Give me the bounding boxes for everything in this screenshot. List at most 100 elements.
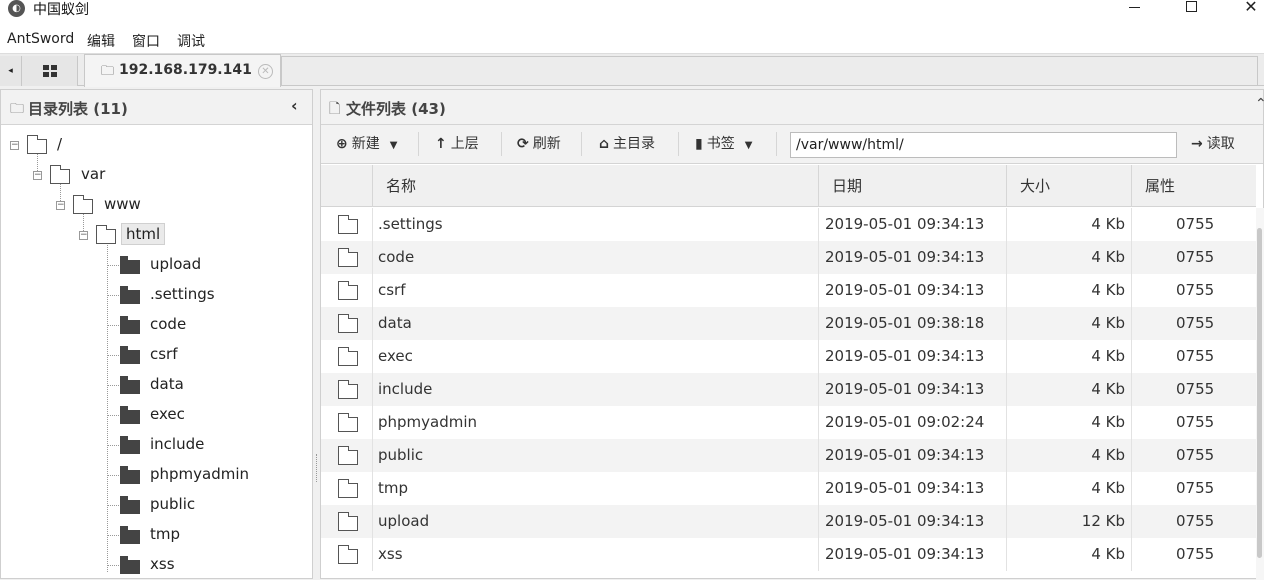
menu-bar: AntSword 编辑 窗口 调试 bbox=[0, 27, 1264, 54]
new-button[interactable]: ⊕ 新建 ▼ bbox=[336, 133, 397, 155]
tree-node-child[interactable]: upload bbox=[1, 252, 261, 278]
file-row[interactable]: xss 2019-05-01 09:34:13 4 Kb 0755 bbox=[321, 538, 1256, 571]
file-row[interactable]: code 2019-05-01 09:34:13 4 Kb 0755 bbox=[321, 241, 1256, 274]
maximize-button[interactable] bbox=[1170, 0, 1216, 22]
tree-node-child[interactable]: xss bbox=[1, 552, 261, 578]
folder-icon bbox=[338, 347, 358, 366]
file-row[interactable]: public 2019-05-01 09:34:13 4 Kb 0755 bbox=[321, 439, 1256, 472]
file-row-icon-cell bbox=[321, 274, 373, 307]
collapse-panel-icon[interactable]: ‹ bbox=[291, 96, 298, 115]
file-attr: 0755 bbox=[1176, 215, 1215, 233]
tree-node-label: include bbox=[150, 435, 205, 453]
file-size: 4 Kb bbox=[1007, 472, 1132, 505]
file-row[interactable]: upload 2019-05-01 09:34:13 12 Kb 0755 bbox=[321, 505, 1256, 538]
file-name: upload bbox=[373, 505, 819, 538]
up-level-button[interactable]: ↑ 上层 bbox=[435, 133, 479, 155]
menu-antsword[interactable]: AntSword bbox=[7, 31, 74, 47]
tree-node-child[interactable]: .settings bbox=[1, 282, 261, 308]
tree-node-html[interactable]: − html bbox=[1, 222, 181, 248]
tree-node-child[interactable]: exec bbox=[1, 402, 261, 428]
folder-icon bbox=[338, 281, 358, 300]
minimize-button[interactable] bbox=[1110, 0, 1156, 22]
tree-node-www[interactable]: − www bbox=[1, 192, 161, 218]
file-size: 4 Kb bbox=[1007, 538, 1132, 571]
tree-node-child[interactable]: tmp bbox=[1, 522, 261, 548]
folder-icon bbox=[120, 346, 140, 364]
collapse-toggle-icon[interactable]: − bbox=[56, 201, 65, 210]
refresh-button[interactable]: ⟳ 刷新 bbox=[517, 133, 561, 155]
folder-icon: 🗀 bbox=[10, 101, 24, 117]
tree-node-child[interactable]: public bbox=[1, 492, 261, 518]
grid-icon bbox=[42, 65, 57, 77]
file-attr: 0755 bbox=[1176, 446, 1215, 464]
collapse-toggle-icon[interactable]: − bbox=[10, 141, 19, 150]
tree-node-child[interactable]: code bbox=[1, 312, 261, 338]
tab-bar: ◂ 🗀 192.168.179.141 ✕ bbox=[0, 54, 1264, 87]
folder-open-icon bbox=[27, 135, 47, 154]
file-row[interactable]: phpmyadmin 2019-05-01 09:02:24 4 Kb 0755 bbox=[321, 406, 1256, 439]
file-size: 4 Kb bbox=[1007, 208, 1132, 241]
file-row[interactable]: tmp 2019-05-01 09:34:13 4 Kb 0755 bbox=[321, 472, 1256, 505]
file-date: 2019-05-01 09:34:13 bbox=[819, 340, 1007, 373]
file-row[interactable]: data 2019-05-01 09:38:18 4 Kb 0755 bbox=[321, 307, 1256, 340]
bookmark-button[interactable]: ▮ 书签 ▼ bbox=[695, 133, 752, 155]
file-row[interactable]: csrf 2019-05-01 09:34:13 4 Kb 0755 bbox=[321, 274, 1256, 307]
tab-home[interactable] bbox=[22, 56, 78, 86]
file-date: 2019-05-01 09:34:13 bbox=[819, 241, 1007, 274]
menu-debug[interactable]: 调试 bbox=[177, 31, 205, 51]
file-date: 2019-05-01 09:34:13 bbox=[819, 472, 1007, 505]
file-row-icon-cell bbox=[321, 208, 373, 241]
tree-node-var[interactable]: − var bbox=[1, 162, 141, 188]
directory-panel-header: 🗀 目录列表 (11) ‹ bbox=[1, 90, 312, 125]
tree-node-child[interactable]: data bbox=[1, 372, 261, 398]
tab-scroll-left-button[interactable]: ◂ bbox=[0, 56, 22, 86]
column-header-name[interactable]: 名称 bbox=[373, 165, 819, 207]
tab-close-icon[interactable]: ✕ bbox=[258, 64, 273, 79]
file-row-icon-cell bbox=[321, 241, 373, 274]
vertical-scrollbar[interactable] bbox=[1256, 208, 1264, 580]
folder-open-icon bbox=[50, 165, 70, 184]
file-attr: 0755 bbox=[1176, 347, 1215, 365]
file-size: 12 Kb bbox=[1007, 505, 1132, 538]
directory-panel: 🗀 目录列表 (11) ‹ − / − var − www − html upl… bbox=[0, 89, 313, 579]
directory-panel-title: 目录列表 (11) bbox=[28, 100, 128, 118]
file-name: data bbox=[373, 307, 819, 340]
tree-line bbox=[107, 415, 119, 416]
tree-node-root[interactable]: − / bbox=[1, 132, 121, 158]
file-size: 4 Kb bbox=[1007, 406, 1132, 439]
tree-line bbox=[107, 565, 119, 566]
menu-window[interactable]: 窗口 bbox=[132, 31, 160, 51]
home-dir-button[interactable]: ⌂ 主目录 bbox=[599, 133, 655, 155]
file-row-icon-cell bbox=[321, 373, 373, 406]
tree-line bbox=[107, 475, 119, 476]
tree-node-child[interactable]: include bbox=[1, 432, 261, 458]
tree-node-label: xss bbox=[150, 555, 175, 573]
folder-open-icon bbox=[96, 225, 116, 244]
path-input[interactable] bbox=[790, 132, 1177, 158]
close-icon: ✕ bbox=[1244, 0, 1258, 16]
tree-node-child[interactable]: csrf bbox=[1, 342, 261, 368]
collapse-up-icon[interactable]: ⌃ bbox=[1255, 96, 1264, 112]
close-button[interactable]: ✕ bbox=[1228, 0, 1264, 22]
menu-edit[interactable]: 编辑 bbox=[87, 31, 115, 51]
file-row[interactable]: .settings 2019-05-01 09:34:13 4 Kb 0755 bbox=[321, 208, 1256, 241]
file-date: 2019-05-01 09:34:13 bbox=[819, 505, 1007, 538]
splitter-grip-icon bbox=[316, 454, 318, 482]
file-row[interactable]: include 2019-05-01 09:34:13 4 Kb 0755 bbox=[321, 373, 1256, 406]
tree-node-label: var bbox=[81, 165, 106, 183]
collapse-toggle-icon[interactable]: − bbox=[79, 231, 88, 240]
file-size: 4 Kb bbox=[1007, 373, 1132, 406]
tab-shell-session[interactable]: 🗀 192.168.179.141 ✕ bbox=[84, 54, 281, 87]
column-header-size[interactable]: 大小 bbox=[1007, 165, 1132, 207]
file-date: 2019-05-01 09:34:13 bbox=[819, 538, 1007, 571]
read-button[interactable]: → 读取 bbox=[1191, 133, 1235, 155]
scrollbar-thumb[interactable] bbox=[1257, 228, 1262, 558]
tree-node-child[interactable]: phpmyadmin bbox=[1, 462, 261, 488]
file-date: 2019-05-01 09:34:13 bbox=[819, 274, 1007, 307]
collapse-toggle-icon[interactable]: − bbox=[33, 171, 42, 180]
file-row-icon-cell bbox=[321, 439, 373, 472]
column-header-attr[interactable]: 属性 bbox=[1132, 165, 1256, 207]
column-header-date[interactable]: 日期 bbox=[819, 165, 1007, 207]
file-row[interactable]: exec 2019-05-01 09:34:13 4 Kb 0755 bbox=[321, 340, 1256, 373]
tree-node-label-selected: html bbox=[121, 223, 166, 245]
